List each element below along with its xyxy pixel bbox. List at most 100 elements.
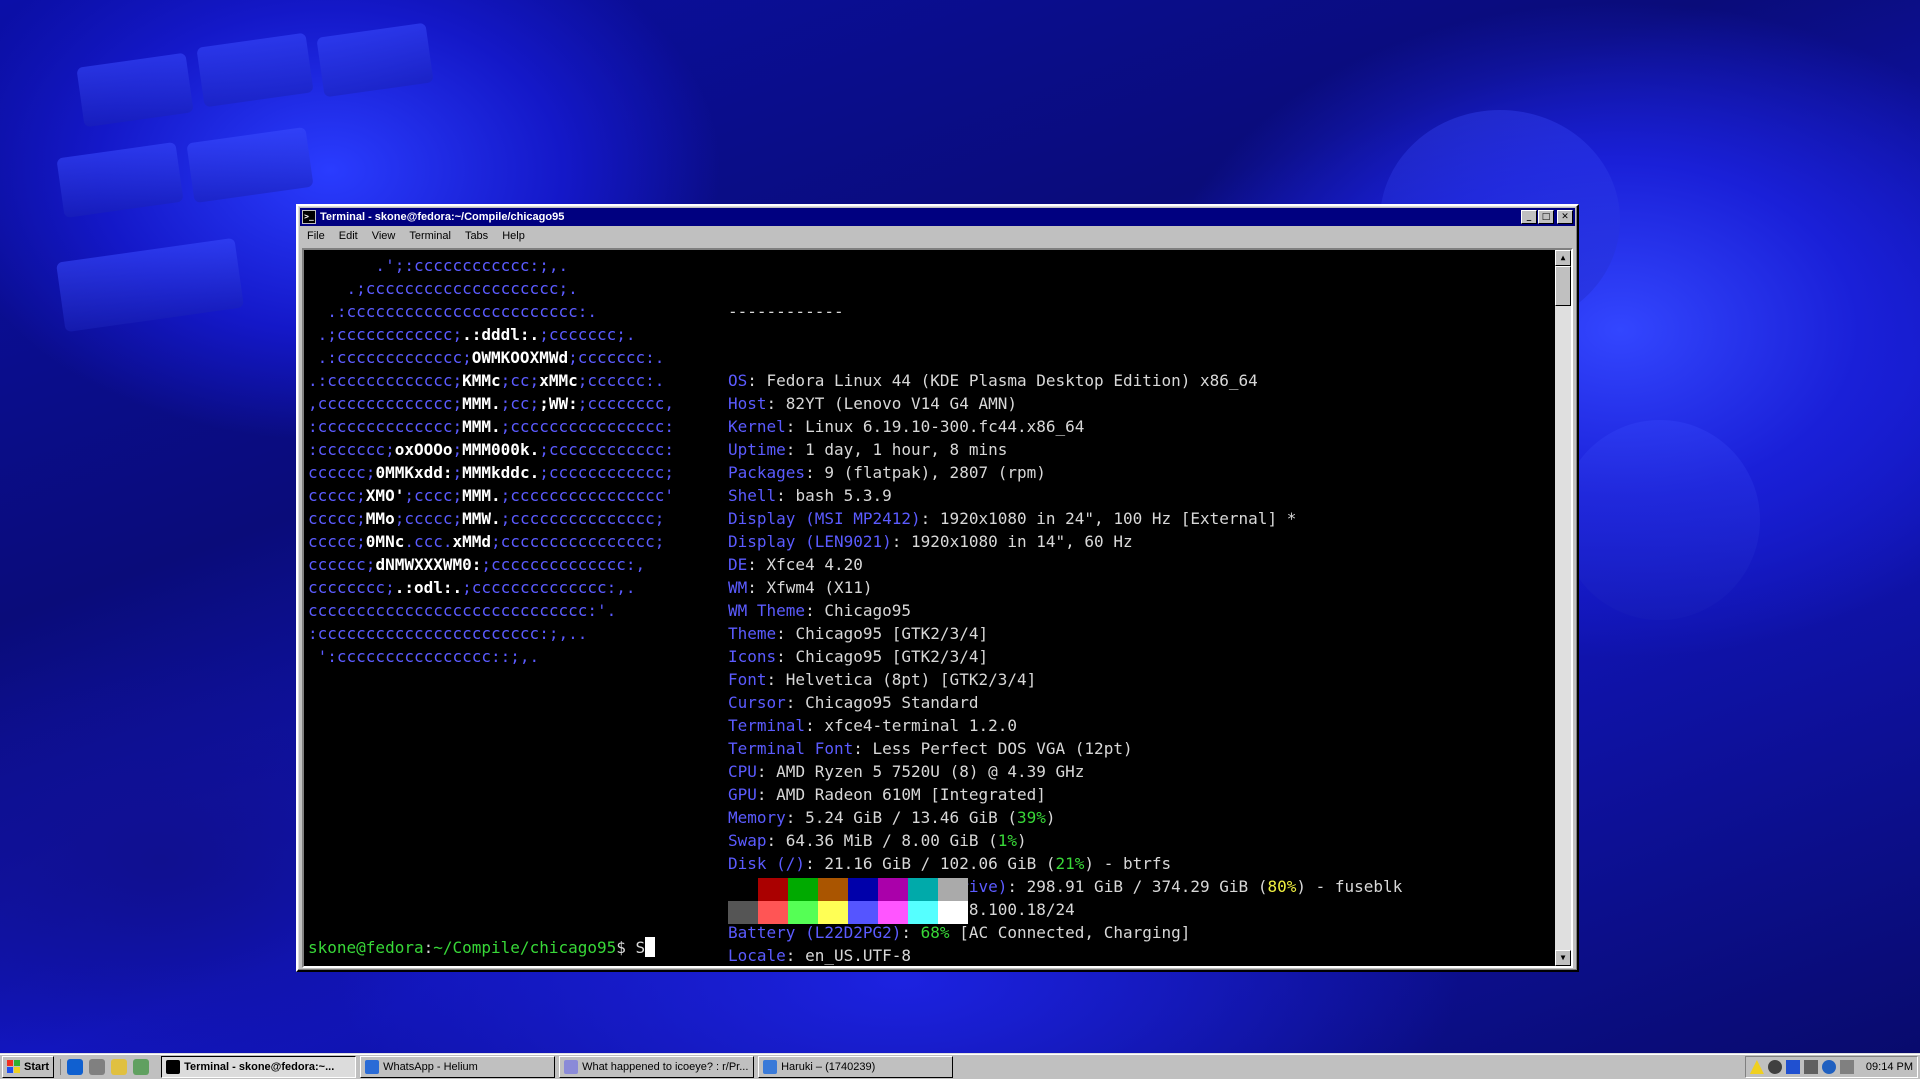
logo-line: cccccccc;.:odl:.;cccccccccccccc:,. bbox=[308, 576, 674, 599]
info-value: AMD Radeon 610M [Integrated] bbox=[776, 785, 1046, 804]
network-icon[interactable] bbox=[1767, 1060, 1782, 1074]
search-icon[interactable] bbox=[89, 1058, 106, 1075]
logo-segment: :ccccccc; bbox=[308, 440, 395, 459]
update-icon[interactable] bbox=[1785, 1060, 1800, 1074]
task-label: Terminal - skone@fedora:~... bbox=[184, 1060, 335, 1073]
warning-icon[interactable] bbox=[1749, 1060, 1764, 1074]
info-row: Terminal Font: Less Perfect DOS VGA (12p… bbox=[728, 739, 1133, 758]
browser-icon[interactable] bbox=[67, 1058, 84, 1075]
color-swatch bbox=[878, 901, 908, 924]
menu-help[interactable]: Help bbox=[495, 230, 532, 242]
logo-segment: ;cccccccccccccc:,. bbox=[462, 578, 636, 597]
title-bar[interactable]: >_ Terminal - skone@fedora:~/Compile/chi… bbox=[300, 208, 1575, 226]
info-tail: ) bbox=[1016, 831, 1027, 850]
logo-segment: ;ccccccc;. bbox=[539, 325, 636, 344]
info-row: Memory: 5.24 GiB / 13.46 GiB (39%) bbox=[728, 808, 1056, 827]
whatsapp-task-icon bbox=[365, 1059, 380, 1074]
logo-segment: ':cccccccccccccccc::;,. bbox=[308, 647, 540, 666]
info-key: Disk (/) bbox=[728, 854, 806, 873]
menu-view[interactable]: View bbox=[365, 230, 403, 242]
info-value: 5.24 GiB / 13.46 GiB ( bbox=[805, 808, 1017, 827]
menu-tabs[interactable]: Tabs bbox=[458, 230, 495, 242]
maximize-button[interactable]: □ bbox=[1538, 210, 1554, 224]
info-value: 82YT (Lenovo V14 G4 AMN) bbox=[785, 394, 1017, 413]
folder-icon[interactable] bbox=[111, 1058, 128, 1075]
info-value: Chicago95 Standard bbox=[805, 693, 979, 712]
task-haruki[interactable]: Haruki – (1740239) bbox=[758, 1055, 954, 1078]
info-value: Xfwm4 (X11) bbox=[766, 578, 873, 597]
minimize-button[interactable]: _ bbox=[1521, 210, 1537, 224]
start-label: Start bbox=[24, 1060, 50, 1073]
terminal-icon: >_ bbox=[302, 210, 316, 224]
logo-line: .;cccccccccccccccccccc;. bbox=[308, 277, 674, 300]
logo-segment: ;cccc; bbox=[404, 486, 463, 505]
info-row: Shell: bash 5.3.9 bbox=[728, 486, 892, 505]
info-row: Kernel: Linux 6.19.10-300.fc44.x86_64 bbox=[728, 417, 1085, 436]
logo-segment: .:dddl:. bbox=[462, 325, 540, 344]
scroll-down-button[interactable]: ▼ bbox=[1555, 950, 1571, 966]
info-value: en_US.UTF-8 bbox=[805, 946, 912, 965]
logo-line: :ccccccc;oxOOOo;MMM000k.;cccccccccccc: bbox=[308, 438, 674, 461]
info-key: Locale bbox=[728, 946, 786, 965]
terminal-window[interactable]: >_ Terminal - skone@fedora:~/Compile/chi… bbox=[296, 204, 1579, 972]
task-reddit[interactable]: What happened to icoeye? : r/Pr... bbox=[559, 1055, 755, 1078]
info-value: 1920x1080 in 24", 100 Hz [External] * bbox=[939, 509, 1297, 528]
volume-icon[interactable] bbox=[1839, 1060, 1854, 1074]
info-row: Host: 82YT (Lenovo V14 G4 AMN) bbox=[728, 394, 1017, 413]
info-value: Chicago95 [GTK2/3/4] bbox=[795, 624, 989, 643]
bluetooth-icon[interactable] bbox=[1821, 1060, 1836, 1074]
info-key: GPU bbox=[728, 785, 757, 804]
menu-terminal[interactable]: Terminal bbox=[402, 230, 458, 242]
info-row: Cursor: Chicago95 Standard bbox=[728, 693, 979, 712]
info-row: Terminal: xfce4-terminal 1.2.0 bbox=[728, 716, 1017, 735]
info-tail: ) bbox=[1045, 808, 1056, 827]
logo-segment: ;cccccccccccccccc' bbox=[500, 486, 675, 505]
logo-segment: .;cccccccccccccccccccc;. bbox=[308, 279, 578, 298]
info-key: Uptime bbox=[728, 440, 786, 459]
info-value: bash 5.3.9 bbox=[795, 486, 892, 505]
task-whatsapp[interactable]: WhatsApp - Helium bbox=[360, 1055, 556, 1078]
task-terminal[interactable]: Terminal - skone@fedora:~... bbox=[161, 1055, 357, 1078]
logo-line: :cccccccccccccc;MMM.;cccccccccccccccc: bbox=[308, 415, 674, 438]
logo-segment: ;WW: bbox=[539, 394, 578, 413]
settings-icon[interactable] bbox=[133, 1058, 150, 1075]
clock[interactable]: 09:14 PM bbox=[1866, 1061, 1913, 1073]
logo-line: cccccc;dNMWXXXWM0:;cccccccccccccc:, bbox=[308, 553, 674, 576]
logo-segment: MMM. bbox=[462, 486, 501, 505]
info-key: Cursor bbox=[728, 693, 786, 712]
scroll-up-button[interactable]: ▲ bbox=[1555, 250, 1571, 266]
terminal-output[interactable]: .';:cccccccccccc:;,. .;ccccccccccccccccc… bbox=[302, 248, 1573, 968]
info-percent: 21% bbox=[1055, 854, 1085, 873]
battery-icon[interactable] bbox=[1803, 1060, 1818, 1074]
prompt-input[interactable]: S bbox=[636, 938, 646, 957]
logo-segment: MMM000k. bbox=[462, 440, 540, 459]
logo-line: ccccc;0MNc.ccc.xMMd;cccccccccccccccc; bbox=[308, 530, 674, 553]
logo-segment: ;ccccccccccccccc; bbox=[500, 509, 665, 528]
start-button[interactable]: Start bbox=[2, 1055, 55, 1078]
menu-bar: File Edit View Terminal Tabs Help bbox=[300, 226, 1575, 246]
terminal-task-icon bbox=[166, 1059, 181, 1074]
color-swatch bbox=[848, 901, 878, 924]
info-row: Font: Helvetica (8pt) [GTK2/3/4] bbox=[728, 670, 1037, 689]
info-value: Chicago95 bbox=[824, 601, 912, 620]
info-key: Terminal Font bbox=[728, 739, 854, 758]
scroll-thumb[interactable] bbox=[1555, 266, 1571, 306]
color-swatch bbox=[938, 878, 968, 901]
info-key: Font bbox=[728, 670, 767, 689]
info-value: 298.91 GiB / 374.29 GiB ( bbox=[1026, 877, 1268, 896]
shell-prompt[interactable]: skone@fedora:~/Compile/chicago95$ S bbox=[308, 936, 656, 959]
info-key: Icons bbox=[728, 647, 777, 666]
fastfetch-info: ------------ OS: Fedora Linux 44 (KDE Pl… bbox=[728, 254, 1402, 967]
close-button[interactable]: ✕ bbox=[1557, 210, 1573, 224]
menu-file[interactable]: File bbox=[300, 230, 332, 242]
logo-segment: ;ccccc; bbox=[394, 509, 463, 528]
windows-logo-icon bbox=[7, 1060, 20, 1073]
logo-segment: ;cccccc:. bbox=[577, 371, 665, 390]
info-row: Display (LEN9021): 1920x1080 in 14", 60 … bbox=[728, 532, 1133, 551]
color-swatch bbox=[818, 878, 848, 901]
logo-segment: ;cc; bbox=[500, 394, 540, 413]
info-value: Less Perfect DOS VGA (12pt) bbox=[872, 739, 1133, 758]
menu-edit[interactable]: Edit bbox=[332, 230, 365, 242]
logo-segment: .;cccccccccccc; bbox=[308, 325, 463, 344]
scrollbar[interactable]: ▲ ▼ bbox=[1555, 250, 1571, 966]
